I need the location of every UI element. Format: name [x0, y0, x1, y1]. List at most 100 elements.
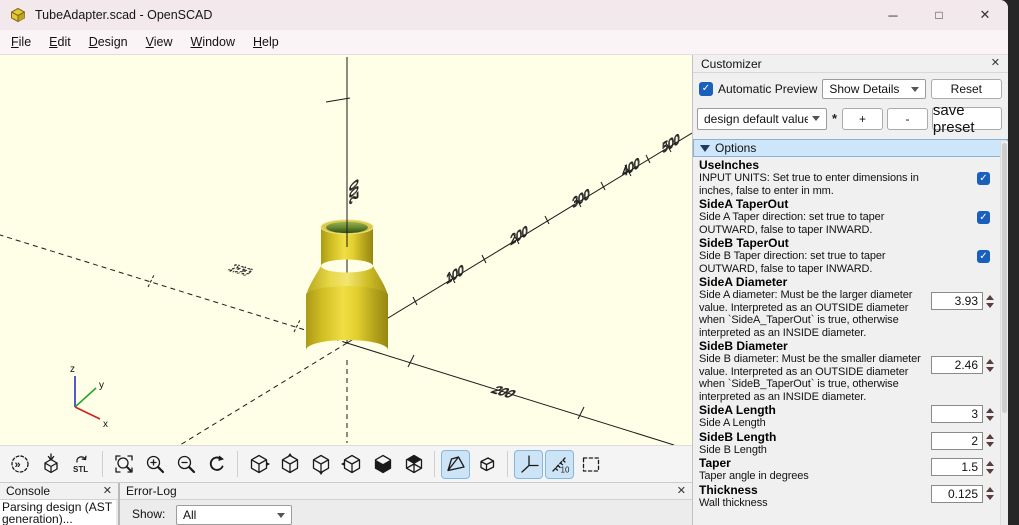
menu-window[interactable]: Window — [182, 32, 244, 52]
show-scale-markers-button[interactable]: 10 — [545, 449, 574, 479]
menu-design[interactable]: Design — [80, 32, 137, 52]
gizmo-y-label: y — [99, 380, 104, 391]
zoom-in-button[interactable] — [140, 450, 169, 479]
maximize-button[interactable]: □ — [916, 0, 962, 30]
view-top-icon — [281, 453, 298, 474]
spin-up-icon[interactable] — [986, 460, 994, 466]
customizer-close-icon[interactable] — [991, 58, 1000, 69]
spin-up-icon[interactable] — [986, 407, 994, 413]
spin-up-icon[interactable] — [986, 434, 994, 439]
detail-level-select[interactable]: Show Details — [822, 79, 926, 99]
taper-spinbox[interactable]: 1.5 — [931, 458, 994, 476]
preview-button[interactable]: » — [5, 450, 34, 479]
view-right-button[interactable] — [244, 450, 273, 479]
param-description: Side B Taper direction: set true to tape… — [699, 250, 886, 275]
param-description: INPUT UNITS: Set true to enter dimension… — [699, 172, 919, 197]
param-row-useinches: UseInches INPUT UNITS: Set true to enter… — [699, 159, 994, 197]
spin-down-icon[interactable] — [986, 442, 994, 447]
spinbox-arrows[interactable] — [986, 487, 994, 500]
menu-help[interactable]: Help — [244, 32, 288, 52]
param-description: Side B Length — [699, 443, 767, 456]
view-top-button[interactable] — [275, 450, 304, 479]
y-axis-label-500: 500 — [662, 130, 679, 156]
menu-file[interactable]: File — [2, 32, 40, 52]
sideb-diameter-spinbox[interactable]: 2.46 — [931, 356, 994, 374]
view-all-button[interactable] — [576, 450, 605, 479]
view-bottom-icon — [312, 454, 329, 475]
export-stl-button[interactable]: STL — [67, 450, 96, 479]
spinbox-value[interactable]: 2 — [931, 431, 983, 450]
spin-up-icon[interactable] — [986, 358, 994, 364]
gizmo-x-label: x — [103, 419, 108, 430]
minimize-button[interactable]: ─ — [870, 0, 916, 30]
spinbox-value[interactable]: 3 — [931, 405, 983, 423]
console-log[interactable]: Parsing design (AST generation)... — [0, 500, 116, 525]
openscad-logo-icon — [11, 7, 25, 23]
x-neg-axis-label: 200 — [225, 262, 256, 278]
zoom-out-button[interactable] — [171, 450, 200, 479]
spin-up-icon[interactable] — [986, 487, 994, 492]
screen: TubeAdapter.scad - OpenSCAD ─ □ ✕ File E… — [0, 0, 1019, 525]
spinbox-arrows[interactable] — [986, 294, 994, 308]
zoom-all-button[interactable] — [109, 450, 138, 479]
perspective-icon — [446, 456, 465, 472]
spin-up-icon[interactable] — [986, 294, 994, 300]
sidea-length-spinbox[interactable]: 3 — [931, 405, 994, 423]
scrollbar-thumb[interactable] — [1002, 143, 1007, 413]
toolbar-separator — [434, 451, 435, 477]
spinbox-arrows[interactable] — [986, 407, 994, 421]
spinbox-value[interactable]: 3.93 — [931, 292, 983, 310]
show-axes-button[interactable] — [514, 449, 543, 479]
automatic-preview-checkbox[interactable] — [699, 82, 713, 96]
spin-down-icon[interactable] — [986, 495, 994, 500]
param-row-sidea-taperout: SideA TaperOut Side A Taper direction: s… — [699, 198, 994, 236]
view-front-button[interactable] — [368, 450, 397, 479]
add-preset-button[interactable]: + — [842, 107, 883, 130]
export-stl-icon: STL — [73, 455, 88, 474]
spin-down-icon[interactable] — [986, 468, 994, 474]
error-log-show-label: Show: — [132, 507, 166, 521]
param-name: Taper — [699, 456, 731, 470]
reset-button[interactable]: Reset — [930, 79, 1002, 99]
spinbox-value[interactable]: 1.5 — [931, 458, 983, 476]
error-log-filter-select[interactable]: All — [176, 505, 292, 525]
menu-view[interactable]: View — [137, 32, 182, 52]
parameter-list: UseInches INPUT UNITS: Set true to enter… — [693, 157, 1008, 525]
spinbox-arrows[interactable] — [986, 358, 994, 372]
close-button[interactable]: ✕ — [962, 0, 1008, 30]
error-log-close-icon[interactable] — [677, 486, 686, 497]
sidea-taperout-checkbox[interactable] — [977, 211, 990, 224]
3d-viewport[interactable]: 200 100 200 300 400 500 200 200 z y x — [0, 55, 692, 445]
zoom-all-icon — [114, 455, 133, 473]
sideb-taperout-checkbox[interactable] — [977, 250, 990, 263]
spin-down-icon[interactable] — [986, 302, 994, 308]
reset-view-button[interactable] — [202, 450, 231, 479]
perspective-button[interactable] — [441, 449, 470, 479]
customizer-scrollbar[interactable] — [1000, 141, 1008, 525]
options-group-header[interactable]: Options — [693, 139, 1008, 157]
useinches-checkbox[interactable] — [977, 172, 990, 185]
gizmo-z-label: z — [70, 364, 75, 375]
orthogonal-icon — [479, 457, 494, 472]
zoom-in-icon — [146, 455, 164, 474]
sideb-length-spinbox[interactable]: 2 — [931, 431, 994, 450]
param-description: Taper angle in degrees — [699, 470, 809, 482]
spinbox-arrows[interactable] — [986, 460, 994, 474]
remove-preset-button[interactable]: - — [886, 107, 928, 130]
spin-down-icon[interactable] — [986, 415, 994, 421]
view-left-button[interactable] — [337, 450, 366, 479]
orthogonal-button[interactable] — [472, 450, 501, 479]
menu-edit[interactable]: Edit — [40, 32, 80, 52]
view-back-button[interactable] — [399, 450, 428, 479]
thickness-spinbox[interactable]: 0.125 — [931, 484, 994, 503]
sidea-diameter-spinbox[interactable]: 3.93 — [931, 292, 994, 310]
spin-down-icon[interactable] — [986, 366, 994, 372]
console-close-icon[interactable] — [103, 486, 112, 497]
render-button[interactable] — [36, 450, 65, 479]
save-preset-button[interactable]: save preset — [931, 102, 1003, 136]
preset-select[interactable]: design default values — [697, 107, 827, 130]
view-bottom-button[interactable] — [306, 450, 335, 479]
spinbox-arrows[interactable] — [986, 434, 994, 447]
spinbox-value[interactable]: 0.125 — [931, 484, 983, 503]
spinbox-value[interactable]: 2.46 — [931, 356, 983, 374]
